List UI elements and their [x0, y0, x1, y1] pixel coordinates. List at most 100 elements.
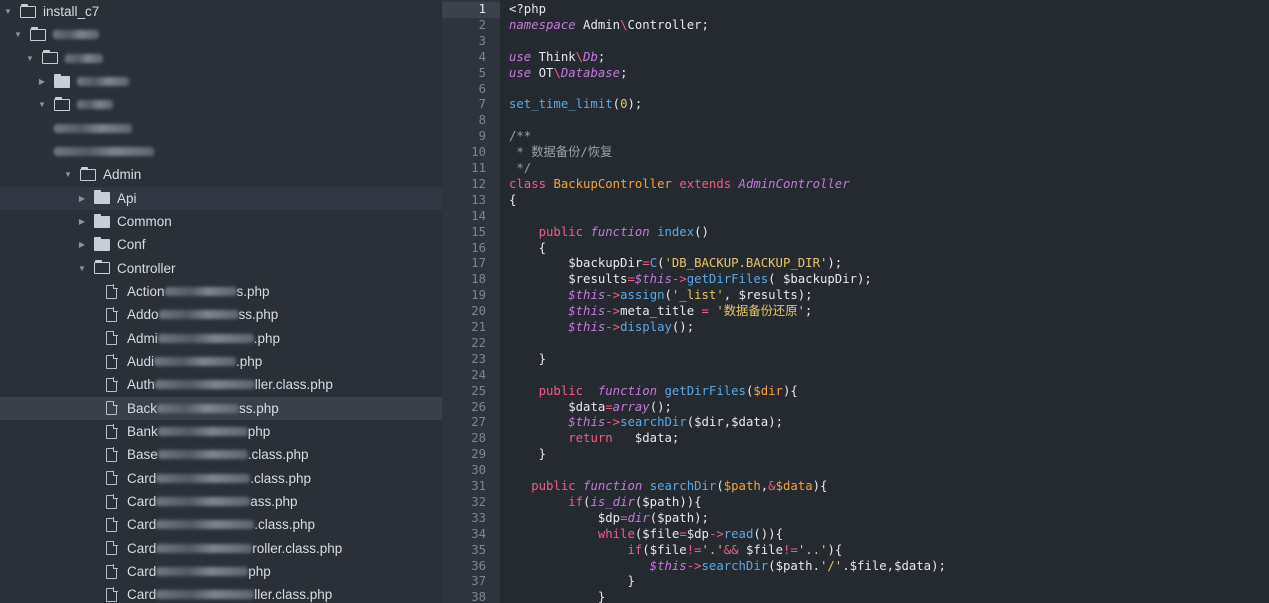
- redacted-text: [53, 30, 99, 40]
- code-line[interactable]: 13 {: [442, 193, 1269, 209]
- code-line[interactable]: 26 $data=array();: [442, 400, 1269, 416]
- chevron-down-icon[interactable]: ▼: [36, 100, 48, 109]
- code-line[interactable]: 3: [442, 34, 1269, 50]
- file-tree-label: [77, 77, 129, 87]
- code-line[interactable]: 24: [442, 368, 1269, 384]
- code-line[interactable]: 35 if($file!='.'&& $file!='..'){: [442, 543, 1269, 559]
- file-tree-folder[interactable]: ▶: [0, 70, 442, 93]
- file-tree-folder[interactable]: ▼: [0, 93, 442, 116]
- code-line[interactable]: 36 $this->searchDir($path.'/'.$file,$dat…: [442, 559, 1269, 575]
- file-tree-folder[interactable]: ▶ Api: [0, 186, 442, 210]
- file-tree-label: [54, 147, 154, 157]
- code-line[interactable]: 12 class BackupController extends AdminCo…: [442, 177, 1269, 193]
- code-line[interactable]: 11 */: [442, 161, 1269, 177]
- code-line[interactable]: 1 <?php: [442, 2, 1269, 18]
- file-tree-folder[interactable]: ▶: [0, 117, 442, 140]
- file-tree-file[interactable]: Card roller.class.php: [0, 537, 442, 560]
- redacted-text: [156, 567, 249, 577]
- code-line[interactable]: 34 while($file=$dp->read()){: [442, 527, 1269, 543]
- code-text: {: [509, 192, 517, 207]
- file-tree-file[interactable]: Card ller.class.php: [0, 583, 442, 603]
- line-number: 36: [471, 558, 486, 573]
- code-line[interactable]: 7 set_time_limit(0);: [442, 97, 1269, 113]
- code-line[interactable]: 9 /**: [442, 129, 1269, 145]
- code-line[interactable]: 6: [442, 82, 1269, 98]
- chevron-right-icon[interactable]: ▶: [76, 217, 88, 226]
- file-tree-folder[interactable]: ▼ install_c7: [0, 0, 442, 23]
- code-line[interactable]: 32 if(is_dir($path)){: [442, 495, 1269, 511]
- chevron-down-icon[interactable]: ▼: [2, 7, 14, 16]
- folder-icon: [94, 213, 110, 228]
- chevron-right-icon[interactable]: ▶: [76, 194, 88, 203]
- file-tree-file[interactable]: Auth ller.class.php: [0, 373, 442, 396]
- code-editor[interactable]: 1 <?php 2 namespace Admin\Controller; 3 4 use …: [442, 0, 1269, 603]
- chevron-down-icon[interactable]: ▼: [24, 54, 36, 63]
- code-line[interactable]: 25 public function getDirFiles($dir){: [442, 384, 1269, 400]
- code-line[interactable]: 33 $dp=dir($path);: [442, 511, 1269, 527]
- code-line[interactable]: 19 $this->assign('_list', $results);: [442, 288, 1269, 304]
- code-line[interactable]: 30: [442, 463, 1269, 479]
- file-tree-file[interactable]: Card ass.php: [0, 490, 442, 513]
- file-tree-label: install_c7: [43, 4, 100, 20]
- file-tree-sidebar[interactable]: ▼install_c7▼▼▶▼▶▶▼Admin▶Api▶Common▶Conf▼…: [0, 0, 442, 603]
- file-tree-folder[interactable]: ▼ Controller: [0, 257, 442, 280]
- chevron-down-icon[interactable]: ▼: [76, 264, 88, 273]
- code-text: if(is_dir($path)){: [568, 494, 702, 509]
- line-number: 28: [471, 431, 486, 446]
- code-text: }: [509, 351, 547, 366]
- code-line[interactable]: 8: [442, 113, 1269, 129]
- code-line[interactable]: 38 }: [442, 590, 1269, 603]
- code-line[interactable]: 21 $this->display();: [442, 320, 1269, 336]
- code-line[interactable]: 31 public function searchDir($path,&$dat…: [442, 479, 1269, 495]
- chevron-down-icon[interactable]: ▼: [62, 170, 74, 179]
- line-number: 27: [471, 415, 486, 430]
- file-tree-folder[interactable]: ▼ Admin: [0, 163, 442, 186]
- redacted-text: [157, 403, 240, 413]
- line-number: 35: [471, 542, 486, 557]
- file-tree-folder[interactable]: ▼: [0, 23, 442, 46]
- code-text: * 数据备份/恢复: [509, 145, 613, 160]
- file-tree-file[interactable]: Back ss.php: [0, 396, 442, 420]
- file-tree-file[interactable]: Card .class.php: [0, 467, 442, 490]
- file-tree-label: Conf: [117, 237, 146, 253]
- code-line[interactable]: 16 {: [442, 241, 1269, 257]
- code-line[interactable]: 17 $backupDir=C('DB_BACKUP.BACKUP_DIR');: [442, 256, 1269, 272]
- code-line[interactable]: 27 $this->searchDir($dir,$data);: [442, 415, 1269, 431]
- redacted-text: [156, 590, 255, 600]
- code-line[interactable]: 14: [442, 209, 1269, 225]
- code-line[interactable]: 29 }: [442, 447, 1269, 463]
- code-line[interactable]: 4 use Think\Db;: [442, 50, 1269, 66]
- file-tree-folder[interactable]: ▼: [0, 47, 442, 70]
- file-tree-folder[interactable]: ▶: [0, 140, 442, 163]
- code-line[interactable]: 20 $this->meta_title = '数据备份还原';: [442, 304, 1269, 320]
- code-line[interactable]: 2 namespace Admin\Controller;: [442, 18, 1269, 34]
- file-icon: [106, 470, 118, 486]
- line-number: 34: [471, 526, 486, 541]
- file-tree-label: Common: [117, 214, 172, 230]
- code-line[interactable]: 23 }: [442, 352, 1269, 368]
- chevron-right-icon[interactable]: ▶: [76, 240, 88, 249]
- file-tree-folder[interactable]: ▶ Common: [0, 210, 442, 233]
- file-tree-file[interactable]: Card .class.php: [0, 513, 442, 536]
- file-tree-file[interactable]: Admi .php: [0, 327, 442, 350]
- file-icon: [106, 307, 118, 322]
- file-icon: [106, 494, 118, 509]
- line-number: 29: [471, 447, 486, 462]
- file-tree-file[interactable]: Base .class.php: [0, 443, 442, 466]
- code-line[interactable]: 37 }: [442, 574, 1269, 590]
- code-line[interactable]: 5 use OT\Database;: [442, 66, 1269, 82]
- file-tree-file[interactable]: Action s.php: [0, 280, 442, 303]
- chevron-right-icon[interactable]: ▶: [36, 77, 48, 86]
- code-line[interactable]: 15 public function index(): [442, 225, 1269, 241]
- file-tree-file[interactable]: Bank php: [0, 420, 442, 443]
- file-tree-folder[interactable]: ▶ Conf: [0, 233, 442, 256]
- code-line[interactable]: 18 $results=$this->getDirFiles( $backupD…: [442, 272, 1269, 288]
- file-tree-file[interactable]: Addo ss.php: [0, 303, 442, 326]
- code-line[interactable]: 10 * 数据备份/恢复: [442, 145, 1269, 161]
- file-tree-file[interactable]: Audi .php: [0, 350, 442, 373]
- file-tree-file[interactable]: Card php: [0, 560, 442, 583]
- redacted-text: [77, 100, 113, 110]
- code-line[interactable]: 22: [442, 336, 1269, 352]
- code-line[interactable]: 28 return $data;: [442, 431, 1269, 447]
- chevron-down-icon[interactable]: ▼: [12, 30, 24, 39]
